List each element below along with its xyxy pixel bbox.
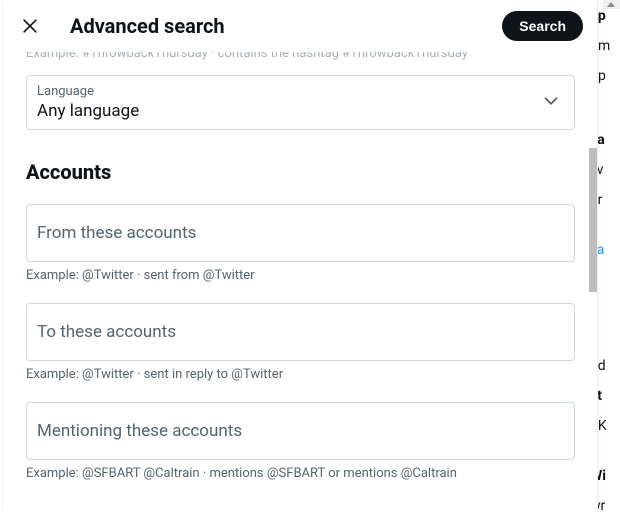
from-accounts-example: Example: @Twitter · sent from @Twitter <box>26 268 575 283</box>
chevron-down-icon <box>540 90 562 116</box>
to-accounts-field[interactable] <box>26 303 575 361</box>
scrollbar-thumb[interactable] <box>589 148 597 292</box>
modal-title: Advanced search <box>70 14 474 38</box>
modal-content[interactable]: Example: #ThrowbackThursday · contains t… <box>4 52 597 512</box>
mentioning-accounts-input[interactable] <box>37 421 564 441</box>
language-label: Language <box>37 84 564 99</box>
language-select[interactable]: Language Any language <box>26 75 575 130</box>
to-accounts-input[interactable] <box>37 322 564 342</box>
close-icon <box>20 16 40 36</box>
language-value: Any language <box>37 101 564 121</box>
hashtag-example-text: Example: #ThrowbackThursday · contains t… <box>26 52 575 61</box>
to-accounts-example: Example: @Twitter · sent in reply to @Tw… <box>26 367 575 382</box>
mentioning-accounts-field[interactable] <box>26 402 575 460</box>
from-accounts-field[interactable] <box>26 204 575 262</box>
advanced-search-modal: Advanced search Search Example: #Throwba… <box>4 0 598 512</box>
scrollbar-up-arrow[interactable] <box>603 0 620 9</box>
close-button[interactable] <box>18 14 42 38</box>
search-button[interactable]: Search <box>502 11 583 41</box>
from-accounts-input[interactable] <box>37 223 564 243</box>
modal-header: Advanced search Search <box>4 0 597 52</box>
accounts-section-title: Accounts <box>26 160 575 184</box>
mentioning-accounts-example: Example: @SFBART @Caltrain · mentions @S… <box>26 466 575 481</box>
